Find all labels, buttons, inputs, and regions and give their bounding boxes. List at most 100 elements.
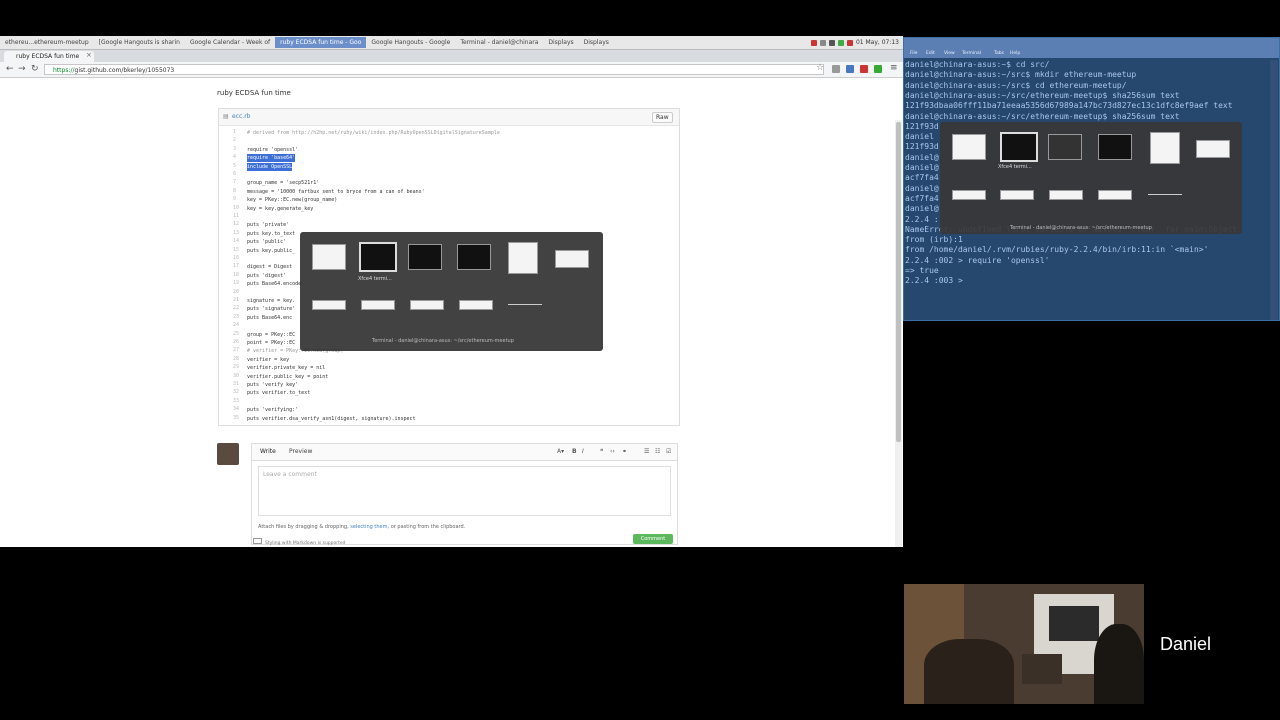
extension-icon[interactable]	[874, 65, 882, 73]
terminal-scrollbar[interactable]	[1270, 60, 1278, 320]
window-thumbnail[interactable]	[1196, 140, 1230, 158]
taskbar-task-active[interactable]: ruby ECDSA fun time - Goo	[275, 37, 367, 48]
menu-edit[interactable]: Edit	[926, 51, 935, 56]
menu-terminal[interactable]: Terminal	[962, 51, 981, 56]
menu-help[interactable]: Help	[1010, 51, 1020, 56]
file-header: ▤ ecc.rb Raw	[219, 109, 679, 126]
select-files-link[interactable]: selecting them	[350, 524, 387, 530]
task-list-icon[interactable]: ☑	[666, 448, 671, 455]
markdown-note: Styling with Markdown is supported	[253, 538, 346, 546]
window-switcher-right: Xfce4 termi... Terminal - daniel@chinara…	[940, 122, 1242, 234]
taskbar-task[interactable]: ethereu...ethereum-meetup	[0, 37, 94, 48]
code-line: verifier.public_key = point	[247, 373, 329, 380]
tray-icon[interactable]	[810, 39, 817, 46]
window-thumbnail[interactable]	[1049, 190, 1083, 200]
star-icon[interactable]: ☆	[816, 63, 824, 73]
switcher-caption: Terminal - daniel@chinara-asus: ~/src/et…	[1010, 225, 1152, 231]
participant-video[interactable]	[904, 584, 1144, 704]
scrollbar-thumb[interactable]	[896, 122, 901, 442]
taskbar-task[interactable]: [Google Hangouts is sharin	[94, 37, 185, 48]
text-size-icon[interactable]: A▾	[557, 448, 564, 455]
bold-icon[interactable]: B	[572, 448, 577, 455]
code-line: verifier.private_key = nil	[247, 365, 326, 372]
code-icon[interactable]: ‹›	[610, 448, 615, 455]
forward-icon[interactable]: →	[18, 64, 26, 74]
numbered-list-icon[interactable]: ☷	[655, 448, 660, 455]
comment-button[interactable]: Comment	[633, 534, 673, 544]
terminal-line: daniel@chinara-asus:~/src$ cd ethereum-m…	[905, 80, 1127, 90]
address-bar[interactable]: https://gist.github.com/bkerley/1055073	[44, 64, 824, 75]
avatar[interactable]	[217, 443, 239, 465]
window-thumbnail[interactable]	[1150, 132, 1180, 164]
tab-preview[interactable]: Preview	[289, 448, 312, 455]
line-number: 11	[233, 213, 240, 219]
italic-icon[interactable]: I	[582, 448, 584, 455]
taskbar-task[interactable]: Displays	[543, 37, 578, 48]
window-thumbnail-selected[interactable]	[359, 242, 397, 272]
browser-tab[interactable]: ruby ECDSA fun time	[4, 51, 94, 62]
attach-text: Attach files by dragging & dropping,	[258, 524, 351, 530]
line-number: 6	[233, 171, 237, 177]
window-thumbnail-selected[interactable]	[1000, 132, 1038, 162]
tab-write[interactable]: Write	[260, 448, 276, 455]
taskbar-task[interactable]: Terminal - daniel@chinara	[455, 37, 543, 48]
tray-icon[interactable]	[819, 39, 826, 46]
menu-tabs[interactable]: Tabs	[994, 51, 1004, 56]
page-scrollbar[interactable]	[895, 120, 902, 547]
file-name[interactable]: ecc.rb	[232, 113, 250, 120]
code-line: puts key.to_text	[247, 230, 296, 237]
window-thumbnail[interactable]	[952, 190, 986, 200]
menu-icon[interactable]: ≡	[890, 63, 898, 73]
raw-button[interactable]: Raw	[652, 112, 673, 123]
window-thumbnail[interactable]	[1098, 190, 1132, 200]
battery-icon[interactable]	[846, 39, 853, 46]
comment-textarea[interactable]: Leave a comment	[258, 466, 671, 516]
window-thumbnail[interactable]	[457, 244, 491, 270]
line-number: 25	[233, 330, 240, 337]
window-thumbnail[interactable]	[1148, 194, 1182, 195]
menu-file[interactable]: File	[910, 51, 918, 56]
extension-icon[interactable]	[832, 65, 840, 73]
bullet-list-icon[interactable]: ☰	[644, 448, 649, 455]
link-icon[interactable]: ⚭	[622, 448, 627, 455]
terminal-line: => true	[905, 266, 939, 275]
taskbar-task[interactable]: Displays	[579, 37, 614, 48]
window-thumbnail[interactable]	[459, 300, 493, 310]
extension-icon[interactable]	[846, 65, 854, 73]
volume-icon[interactable]	[828, 39, 835, 46]
quote-icon[interactable]: ❝	[600, 448, 603, 455]
extension-icon[interactable]	[860, 65, 868, 73]
line-number: 17	[233, 263, 240, 270]
network-icon[interactable]	[837, 39, 844, 46]
window-thumbnail[interactable]	[408, 244, 442, 270]
terminal-line: 121f93dbaa06fff11ba71eeaa5356d67989a147b…	[905, 101, 1233, 111]
shared-screen-left: ethereu...ethereum-meetup [Google Hangou…	[0, 36, 903, 547]
code-line: puts 'public'	[247, 239, 287, 246]
window-thumbnail[interactable]	[410, 300, 444, 310]
window-thumbnail[interactable]	[508, 304, 542, 305]
window-thumbnail[interactable]	[361, 300, 395, 310]
line-number: 20	[233, 288, 240, 295]
window-thumbnail[interactable]	[555, 250, 589, 268]
line-number: 16	[233, 255, 240, 261]
window-thumbnail[interactable]	[952, 134, 986, 160]
taskbar-task[interactable]: Google Calendar - Week of	[185, 37, 275, 48]
window-thumbnail[interactable]	[1000, 190, 1034, 200]
window-thumbnail[interactable]	[312, 244, 346, 270]
back-icon[interactable]: ←	[6, 64, 14, 74]
file-icon: ▤	[223, 113, 229, 120]
menu-view[interactable]: View	[944, 51, 955, 56]
reload-icon[interactable]: ↻	[31, 64, 39, 74]
window-thumbnail[interactable]	[508, 242, 538, 274]
clock[interactable]: 01 May, 07:13	[856, 39, 899, 46]
code-line: puts verifier.dsa_verify_asn1(digest, si…	[247, 415, 416, 422]
window-thumbnail[interactable]	[1048, 134, 1082, 160]
window-thumbnail[interactable]	[1098, 134, 1132, 160]
close-icon[interactable]: ×	[86, 51, 92, 59]
terminal-line: 121f93d	[905, 142, 939, 152]
line-number: 26	[233, 339, 240, 345]
code-line: puts 'digest'	[247, 272, 287, 279]
taskbar-task[interactable]: Google Hangouts - Google	[366, 37, 455, 48]
window-thumbnail[interactable]	[312, 300, 346, 310]
terminal-line: from (irb):1	[905, 235, 963, 245]
